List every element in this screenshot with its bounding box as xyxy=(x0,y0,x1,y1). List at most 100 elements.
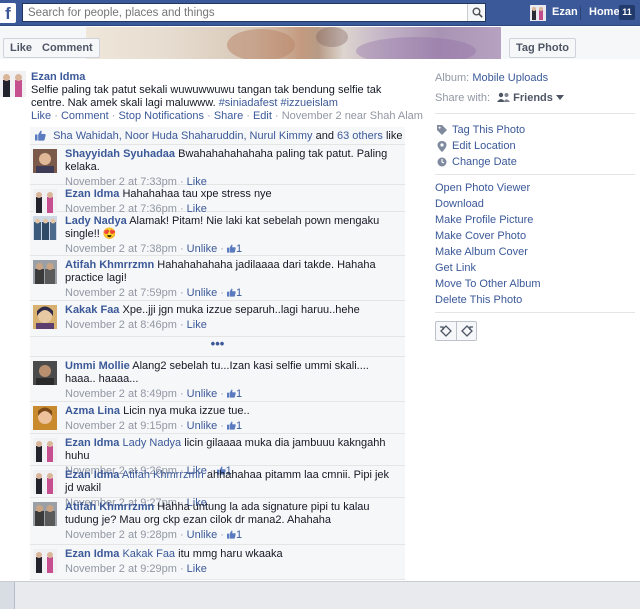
comment-time[interactable]: November 2 at 7:59pm xyxy=(65,287,177,299)
search-icon xyxy=(472,7,483,18)
comment-mention[interactable]: Lady Nadya xyxy=(122,437,181,449)
commenter-avatar[interactable] xyxy=(33,502,57,526)
comment-item: Lady Nadya Alamak! Pitam! Nie laki kat s… xyxy=(30,212,405,256)
top-nav-bar: f Ezan Home 11 xyxy=(0,0,640,26)
top-divider xyxy=(580,6,581,20)
post-author-name[interactable]: Ezan Idma xyxy=(31,71,85,83)
comment-item: Ezan Idma Atifah Khmrrzmn ahhahahaa pita… xyxy=(30,466,405,509)
comment-time[interactable]: November 2 at 8:46pm xyxy=(65,319,177,331)
comment-mention[interactable]: Atifah Khmrrzmn xyxy=(122,469,204,481)
open-photo-viewer-link[interactable]: Open Photo Viewer xyxy=(435,182,530,194)
edit-link[interactable]: Edit xyxy=(253,110,272,122)
share-link[interactable]: Share xyxy=(214,110,243,122)
tag-this-photo-link[interactable]: Tag This Photo xyxy=(437,124,525,136)
likes-summary: Sha Wahidah, Noor Huda Shaharuddin, Nuru… xyxy=(30,127,405,160)
comment-like-link[interactable]: Unlike xyxy=(187,529,218,541)
likers-names[interactable]: Sha Wahidah, Noor Huda Shaharuddin, Nuru… xyxy=(53,130,312,142)
photo-image[interactable] xyxy=(86,27,501,59)
commenter-avatar[interactable] xyxy=(33,216,57,240)
comment-time[interactable]: November 2 at 9:15pm xyxy=(65,420,177,432)
comment-like-count[interactable]: 1 xyxy=(227,388,242,400)
commenter-avatar[interactable] xyxy=(33,438,57,462)
chat-bar xyxy=(0,581,640,609)
top-user-name[interactable]: Ezan xyxy=(552,6,578,18)
tag-photo-button[interactable]: Tag Photo xyxy=(509,38,576,58)
album-info: Album: Mobile Uploads xyxy=(435,72,548,84)
comment-like-link[interactable]: Unlike xyxy=(187,420,218,432)
view-more-comments-button[interactable]: ••• xyxy=(30,337,405,357)
commenter-avatar[interactable] xyxy=(33,189,57,213)
commenter-name[interactable]: Ezan Idma xyxy=(65,548,119,560)
move-to-other-album-link[interactable]: Move To Other Album xyxy=(435,278,541,290)
comment-like-count[interactable]: 1 xyxy=(227,529,242,541)
comment-time[interactable]: November 2 at 9:29pm xyxy=(65,563,177,575)
comment-time[interactable]: November 2 at 7:38pm xyxy=(65,243,177,255)
commenter-name[interactable]: Ummi Mollie xyxy=(65,360,130,372)
comment-item: Ezan Idma Lady Nadya licin gilaaaa muka … xyxy=(30,434,405,477)
caption-hashtags[interactable]: #siniadafest #izzueislam xyxy=(219,97,338,109)
delete-this-photo-link[interactable]: Delete This Photo xyxy=(435,294,522,306)
top-user-avatar[interactable] xyxy=(530,5,546,21)
comment-mention[interactable]: Kakak Faa xyxy=(122,548,175,560)
commenter-avatar[interactable] xyxy=(33,305,57,329)
thumbs-up-icon xyxy=(227,288,236,297)
commenter-avatar[interactable] xyxy=(33,549,57,573)
comment-like-link[interactable]: Unlike xyxy=(187,388,218,400)
photo-like-button[interactable]: Like xyxy=(3,38,40,58)
download-link[interactable]: Download xyxy=(435,198,484,210)
post-comment-link[interactable]: Comment xyxy=(61,110,109,122)
commenter-name[interactable]: Atifah Khmrrzmn xyxy=(65,259,154,271)
commenter-name[interactable]: Ezan Idma xyxy=(65,437,119,449)
comment-time[interactable]: November 2 at 9:28pm xyxy=(65,529,177,541)
comment-like-link[interactable]: Like xyxy=(187,563,207,575)
comment-like-link[interactable]: Unlike xyxy=(187,243,218,255)
commenter-avatar[interactable] xyxy=(33,361,57,385)
comment-like-count[interactable]: 1 xyxy=(227,243,242,255)
search-box[interactable] xyxy=(22,3,486,22)
comment-meta: November 2 at 9:15pm · Unlike · 1 xyxy=(65,420,243,432)
commenter-name[interactable]: Kakak Faa xyxy=(65,304,119,316)
likes-others-link[interactable]: 63 others xyxy=(337,130,383,142)
comment-like-link[interactable]: Unlike xyxy=(187,287,218,299)
commenter-name[interactable]: Ezan Idma xyxy=(65,188,119,200)
commenter-name[interactable]: Azma Lina xyxy=(65,405,120,417)
make-album-cover-link[interactable]: Make Album Cover xyxy=(435,246,528,258)
post-like-link[interactable]: Like xyxy=(31,110,51,122)
comment-like-count[interactable]: 1 xyxy=(227,420,242,432)
audience-value: Friends xyxy=(513,92,553,104)
make-profile-picture-link[interactable]: Make Profile Picture xyxy=(435,214,533,226)
commenter-avatar[interactable] xyxy=(33,470,57,494)
author-avatar[interactable] xyxy=(0,71,26,97)
album-link[interactable]: Mobile Uploads xyxy=(472,72,548,84)
audience-selector[interactable]: Friends xyxy=(497,92,564,104)
edit-location-link[interactable]: Edit Location xyxy=(437,140,516,152)
commenter-avatar[interactable] xyxy=(33,149,57,173)
facebook-logo-icon[interactable]: f xyxy=(0,3,16,23)
commenter-avatar[interactable] xyxy=(33,260,57,284)
comment-meta: November 2 at 8:46pm · Like xyxy=(65,319,207,331)
rotate-left-button[interactable] xyxy=(436,322,456,340)
sidebar-divider xyxy=(435,113,635,114)
commenter-name[interactable]: Ezan Idma xyxy=(65,469,119,481)
commenter-avatar[interactable] xyxy=(33,406,57,430)
comment-like-count[interactable]: 1 xyxy=(227,287,242,299)
make-cover-photo-link[interactable]: Make Cover Photo xyxy=(435,230,526,242)
home-link[interactable]: Home xyxy=(589,6,620,18)
commenter-name[interactable]: Lady Nadya xyxy=(65,215,127,227)
search-input[interactable] xyxy=(23,4,463,21)
comment-text: Xpe..jji jgn muka izzue separuh..lagi ha… xyxy=(122,304,360,316)
commenter-name[interactable]: Shayyidah Syuhadaa xyxy=(65,148,175,160)
comment-like-link[interactable]: Like xyxy=(187,319,207,331)
search-button[interactable] xyxy=(467,4,485,21)
post-actions: Like · Comment · Stop Notifications · Sh… xyxy=(31,110,423,122)
comment-item: Atifah Khmrrzmn Hahahahahaha jadilaaaa d… xyxy=(30,256,405,301)
commenter-name[interactable]: Atifah Khmrrzmn xyxy=(65,501,154,513)
rotate-right-button[interactable] xyxy=(456,322,476,340)
photo-comment-button[interactable]: Comment xyxy=(36,38,100,58)
comment-time[interactable]: November 2 at 8:49pm xyxy=(65,388,177,400)
get-link-link[interactable]: Get Link xyxy=(435,262,476,274)
chat-tab[interactable] xyxy=(0,582,15,609)
stop-notifications-link[interactable]: Stop Notifications xyxy=(118,110,204,122)
post-meta: November 2 near Shah Alam xyxy=(281,110,423,122)
change-date-link[interactable]: Change Date xyxy=(437,156,517,168)
